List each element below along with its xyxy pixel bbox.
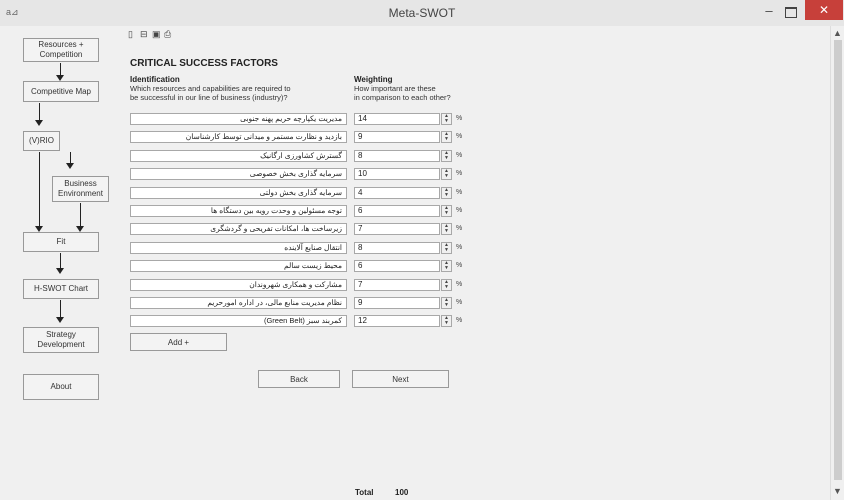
weight-spinner[interactable]: ▲ ▼ — [441, 131, 452, 143]
add-button[interactable]: Add + — [130, 333, 227, 351]
nav-fit-button[interactable]: Fit — [23, 232, 99, 252]
factor-input[interactable]: محیط زیست سالم — [130, 260, 347, 272]
flow-line — [39, 103, 40, 121]
weight-spinner[interactable]: ▲ ▼ — [441, 297, 452, 309]
weight-input[interactable]: 12 — [354, 315, 440, 327]
window-title: Meta-SWOT — [388, 6, 456, 20]
weight-input[interactable]: 4 — [354, 187, 440, 199]
weight-input[interactable]: 6 — [354, 260, 440, 272]
factor-input[interactable]: سرمایه گذاری بخش دولتی — [130, 187, 347, 199]
maximize-button[interactable] — [785, 7, 797, 18]
vertical-scrollbar[interactable]: ▲ ▼ — [830, 26, 844, 500]
flow-arrow — [56, 317, 64, 323]
factor-input[interactable]: سرمایه گذاری بخش خصوصی — [130, 168, 347, 180]
percent-label: % — [456, 244, 463, 251]
scroll-up-icon[interactable]: ▲ — [833, 28, 842, 38]
factor-input[interactable]: توجه مسئولین و وحدت رویه بین دستگاه ها — [130, 205, 347, 217]
scroll-thumb[interactable] — [834, 40, 842, 480]
nav-resources-competition-button[interactable]: Resources + Competition — [23, 38, 99, 62]
open-folder-icon[interactable]: ⊟ — [140, 29, 150, 39]
nav-hswot-chart-button[interactable]: H-SWOT Chart — [23, 279, 99, 299]
percent-label: % — [456, 115, 463, 122]
minimize-button[interactable]: – — [757, 4, 781, 20]
weight-input[interactable]: 7 — [354, 223, 440, 235]
percent-label: % — [456, 207, 463, 214]
weight-spinner[interactable]: ▲ ▼ — [441, 168, 452, 180]
weight-input[interactable]: 10 — [354, 168, 440, 180]
flow-arrow — [35, 120, 43, 126]
weight-spinner[interactable]: ▲ ▼ — [441, 260, 452, 272]
weight-spinner[interactable]: ▲ ▼ — [441, 242, 452, 254]
weight-input[interactable]: 9 — [354, 297, 440, 309]
page-title: CRITICAL SUCCESS FACTORS — [130, 58, 278, 69]
weight-spinner[interactable]: ▲ ▼ — [441, 223, 452, 235]
factor-input[interactable]: گسترش کشاورزی ارگانیک — [130, 150, 347, 162]
weight-input[interactable]: 7 — [354, 279, 440, 291]
factor-input[interactable]: مدیریت یکپارچه حریم پهنه جنوبی — [130, 113, 347, 125]
total-value: 100 — [395, 488, 409, 497]
flow-line — [39, 152, 40, 227]
weighting-description-2: in comparison to each other? — [354, 93, 451, 102]
weight-spinner[interactable]: ▲ ▼ — [441, 187, 452, 199]
percent-label: % — [456, 152, 463, 159]
nav-vrio-button[interactable]: (V)RIO — [23, 131, 60, 151]
identification-header: Identification — [130, 75, 180, 84]
percent-label: % — [456, 170, 463, 177]
flow-arrow — [56, 268, 64, 274]
factor-input[interactable]: بازدید و نظارت مستمر و میدانی توسط کارشن… — [130, 131, 347, 143]
percent-label: % — [456, 225, 463, 232]
factor-input[interactable]: نظام مدیریت منابع مالی، در اداره امورحری… — [130, 297, 347, 309]
weighting-description-1: How important are these — [354, 84, 436, 93]
weight-input[interactable]: 14 — [354, 113, 440, 125]
back-button[interactable]: Back — [258, 370, 340, 388]
percent-label: % — [456, 189, 463, 196]
save-icon[interactable]: ▣ — [152, 29, 162, 39]
percent-label: % — [456, 281, 463, 288]
percent-label: % — [456, 133, 463, 140]
scroll-down-icon[interactable]: ▼ — [833, 486, 842, 496]
flow-line — [60, 253, 61, 269]
factor-input[interactable]: انتقال صنایع آلاینده — [130, 242, 347, 254]
weight-input[interactable]: 8 — [354, 242, 440, 254]
weight-input[interactable]: 6 — [354, 205, 440, 217]
identification-description-1: Which resources and capabilities are req… — [130, 84, 291, 93]
factor-input[interactable]: کمربند سبز (Green Belt) — [130, 315, 347, 327]
next-button[interactable]: Next — [352, 370, 449, 388]
percent-label: % — [456, 299, 463, 306]
weight-input[interactable]: 9 — [354, 131, 440, 143]
flow-arrow — [66, 163, 74, 169]
title-bar: a⊿ Meta-SWOT – ✕ — [0, 0, 844, 27]
weight-input[interactable]: 8 — [354, 150, 440, 162]
weight-spinner[interactable]: ▲ ▼ — [441, 113, 452, 125]
print-icon[interactable]: ⎙ — [164, 29, 174, 39]
nav-strategy-development-button[interactable]: Strategy Development — [23, 327, 99, 353]
flow-line — [60, 300, 61, 318]
new-file-icon[interactable]: ▯ — [128, 29, 138, 39]
total-label: Total — [355, 488, 374, 497]
weighting-header: Weighting — [354, 75, 393, 84]
flow-line — [80, 203, 81, 227]
identification-description-2: be successful in our line of business (i… — [130, 93, 288, 102]
about-button[interactable]: About — [23, 374, 99, 400]
percent-label: % — [456, 317, 463, 324]
weight-spinner[interactable]: ▲ ▼ — [441, 205, 452, 217]
close-button[interactable]: ✕ — [805, 0, 843, 20]
percent-label: % — [456, 262, 463, 269]
nav-business-environment-button[interactable]: Business Environment — [52, 176, 109, 202]
factor-input[interactable]: مشارکت و همکاری شهروندان — [130, 279, 347, 291]
weight-spinner[interactable]: ▲ ▼ — [441, 279, 452, 291]
weight-spinner[interactable]: ▲ ▼ — [441, 150, 452, 162]
nav-competitive-map-button[interactable]: Competitive Map — [23, 81, 99, 102]
factor-input[interactable]: زیرساخت ها، امکانات تفریحی و گردشگری — [130, 223, 347, 235]
weight-spinner[interactable]: ▲ ▼ — [441, 315, 452, 327]
